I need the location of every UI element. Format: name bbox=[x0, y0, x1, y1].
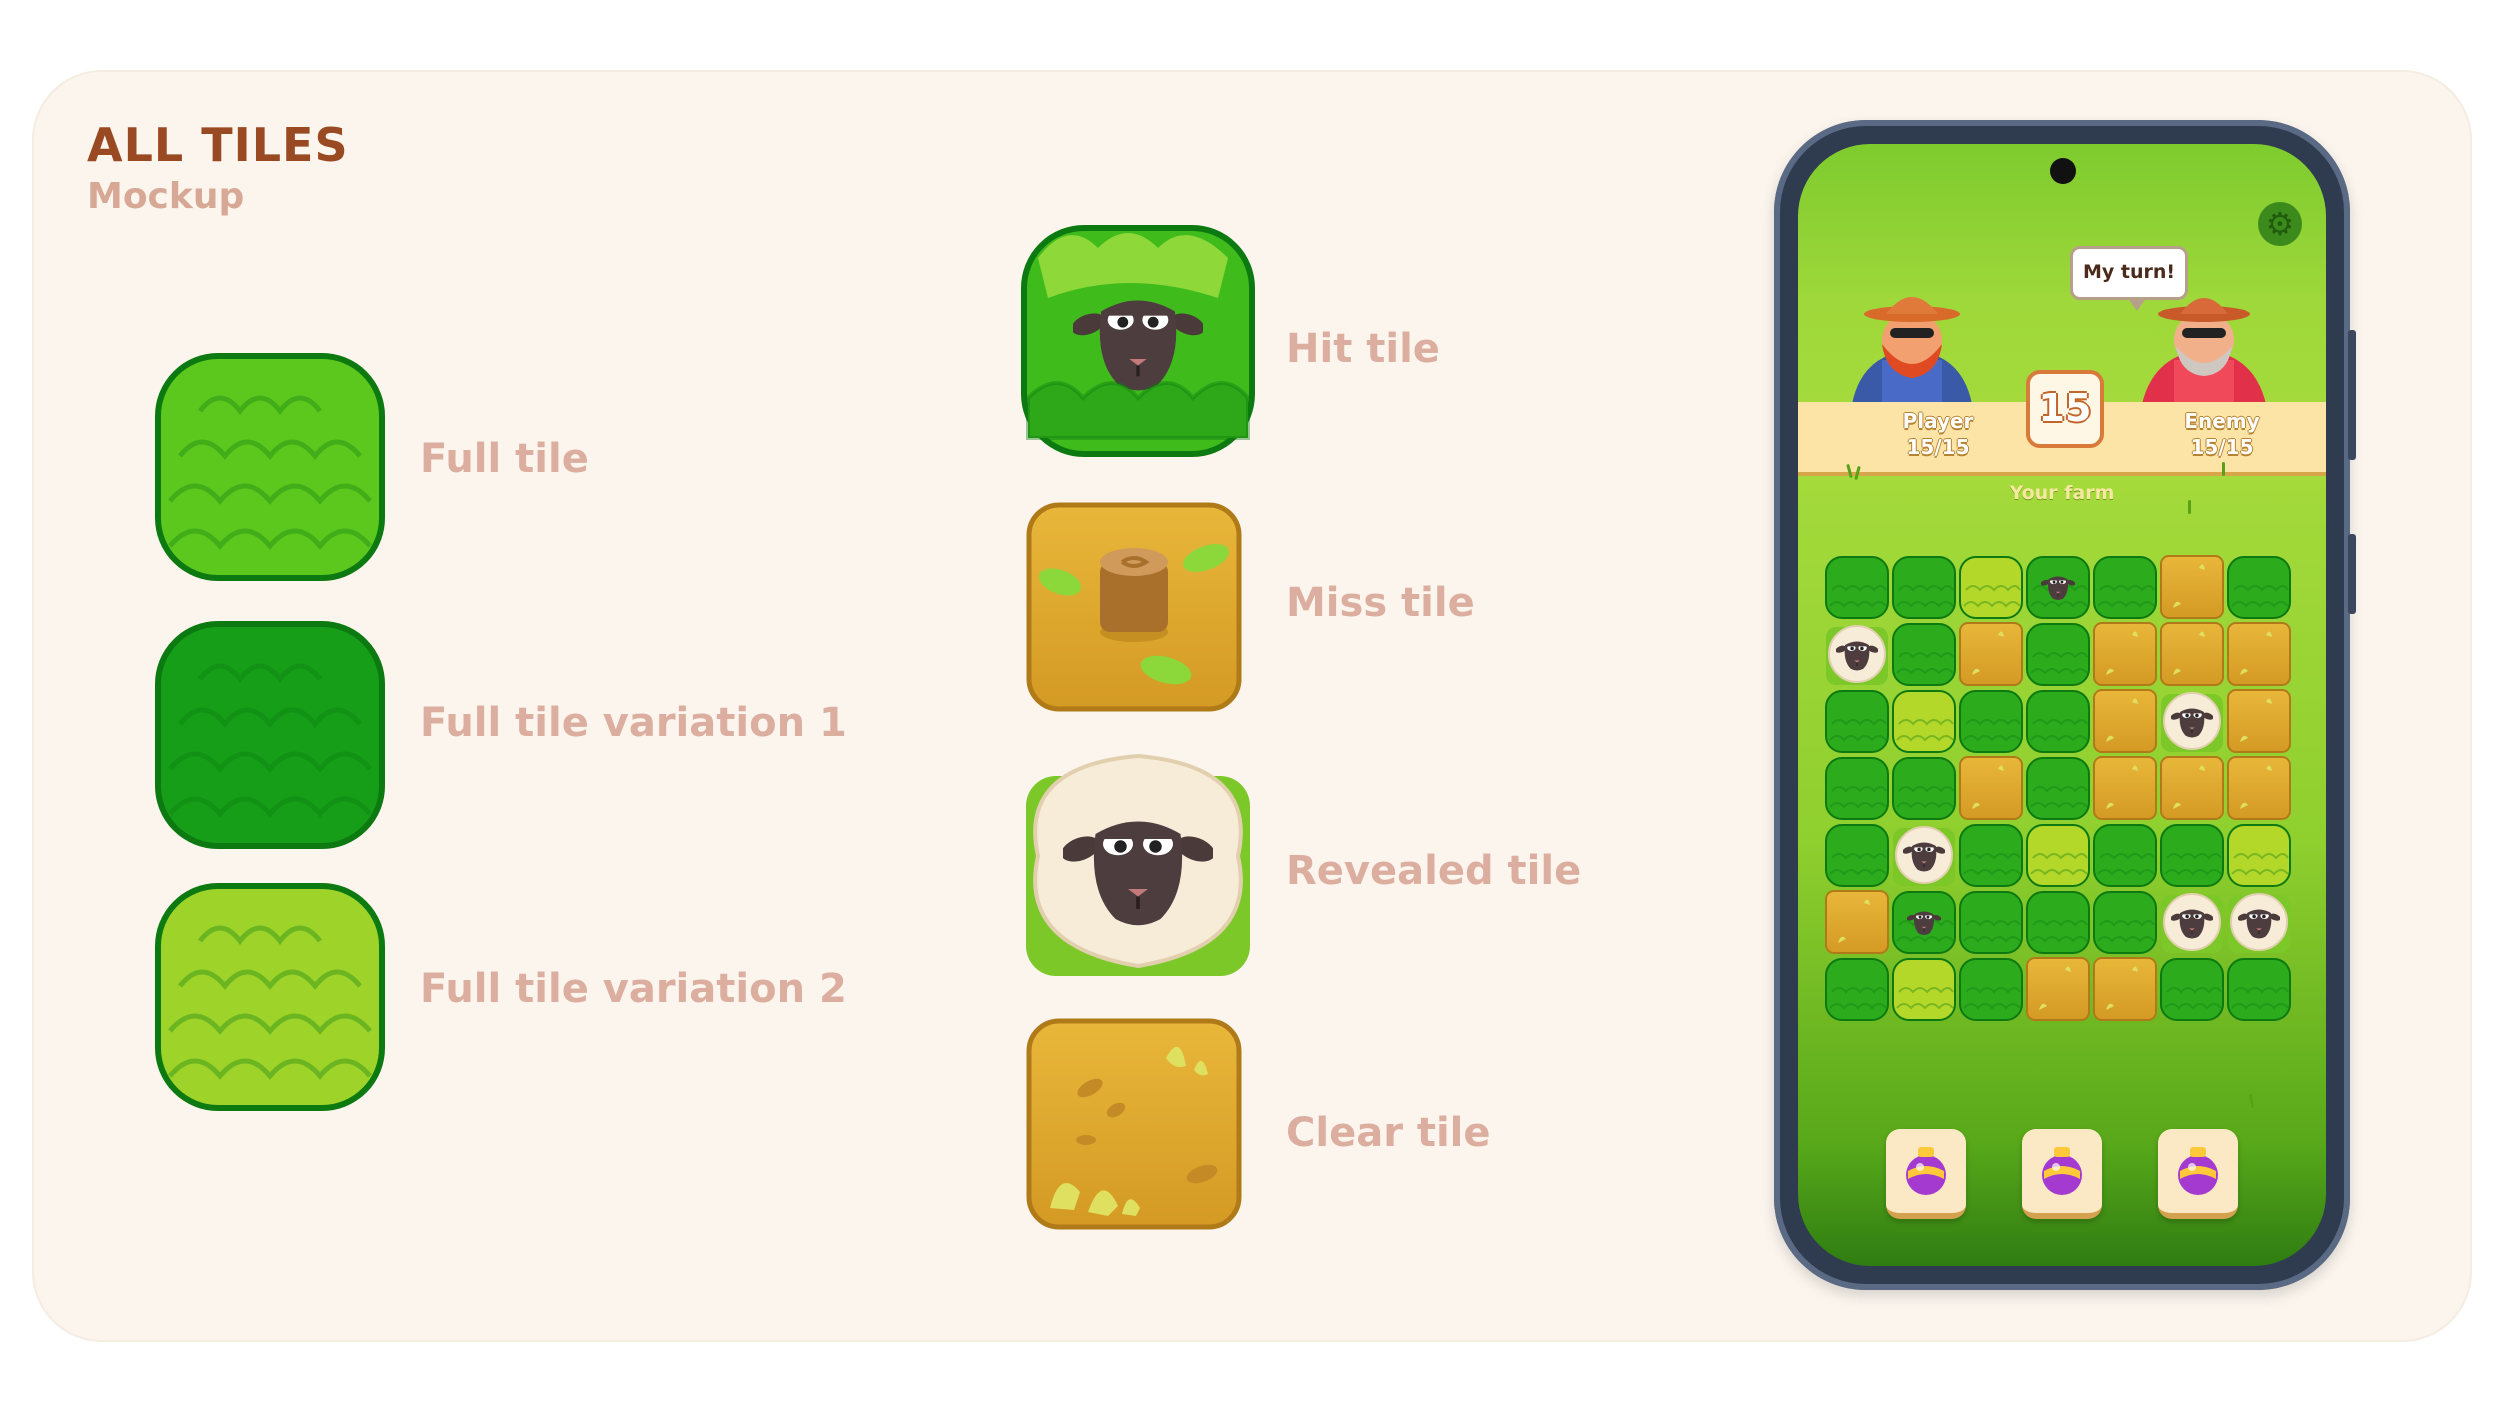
dirt-cell[interactable] bbox=[2092, 755, 2158, 821]
bush-cell[interactable] bbox=[1958, 822, 2024, 888]
phone-mockup: ⚙ My turn! Player 15/15 Enemy 15/15 15 Y… bbox=[1774, 120, 2356, 1290]
powerup-slot[interactable] bbox=[1886, 1129, 1966, 1219]
game-screen: ⚙ My turn! Player 15/15 Enemy 15/15 15 Y… bbox=[1798, 144, 2326, 1266]
gear-icon[interactable]: ⚙ bbox=[2258, 202, 2302, 246]
tile-label-variation-1: Full tile variation 1 bbox=[420, 700, 847, 746]
bush-cell[interactable] bbox=[2025, 621, 2091, 687]
potion-icon bbox=[2168, 1139, 2228, 1199]
bush-yellow-cell[interactable] bbox=[1891, 956, 1957, 1022]
bush-cell[interactable] bbox=[1824, 554, 1890, 620]
tile-label-variation-2: Full tile variation 2 bbox=[420, 966, 847, 1012]
powerup-slot[interactable] bbox=[2022, 1129, 2102, 1219]
player-avatar bbox=[1852, 297, 1972, 404]
bush-cell[interactable] bbox=[1824, 688, 1890, 754]
bush-cell[interactable] bbox=[1958, 889, 2024, 955]
farm-label: Your farm bbox=[2009, 482, 2115, 504]
hit-cell[interactable] bbox=[1891, 889, 1957, 955]
tile-label-hit: Hit tile bbox=[1286, 326, 1440, 372]
dirt-cell[interactable] bbox=[2226, 755, 2292, 821]
dirt-cell[interactable] bbox=[2092, 621, 2158, 687]
player-score: Player 15/15 bbox=[1878, 408, 1998, 460]
potion-icon bbox=[2032, 1139, 2092, 1199]
bush-cell[interactable] bbox=[1824, 956, 1890, 1022]
dirt-cell[interactable] bbox=[2159, 621, 2225, 687]
dirt-cell[interactable] bbox=[2226, 688, 2292, 754]
bush-tile-icon bbox=[150, 336, 390, 586]
bush-cell[interactable] bbox=[1824, 755, 1890, 821]
dirt-cell[interactable] bbox=[2092, 688, 2158, 754]
sheep-cell[interactable] bbox=[2159, 688, 2225, 754]
phone-side-button bbox=[2348, 534, 2356, 614]
sheep-cell[interactable] bbox=[1824, 621, 1890, 687]
tile-label-full: Full tile bbox=[420, 436, 589, 482]
bush-cell[interactable] bbox=[2092, 822, 2158, 888]
powerup-slot[interactable] bbox=[2158, 1129, 2238, 1219]
bush-cell[interactable] bbox=[1891, 554, 1957, 620]
bush-yellow-cell[interactable] bbox=[2025, 822, 2091, 888]
tile-label-clear: Clear tile bbox=[1286, 1110, 1491, 1156]
tree-stump-icon bbox=[1026, 502, 1242, 712]
bush-cell[interactable] bbox=[2226, 554, 2292, 620]
enemy-name: Enemy bbox=[2184, 409, 2260, 433]
grass-decoration bbox=[2222, 462, 2225, 476]
bush-cell[interactable] bbox=[2025, 889, 2091, 955]
dirt-cell[interactable] bbox=[2159, 554, 2225, 620]
enemy-avatar bbox=[2142, 298, 2266, 404]
camera-icon bbox=[2050, 158, 2076, 184]
dirt-cell[interactable] bbox=[1958, 755, 2024, 821]
bush-yellow-tile-icon bbox=[150, 866, 390, 1116]
page-subtitle: Mockup bbox=[87, 176, 245, 217]
tile-label-miss: Miss tile bbox=[1286, 580, 1475, 626]
enemy-score: Enemy 15/15 bbox=[2162, 408, 2282, 460]
bush-yellow-cell[interactable] bbox=[2226, 822, 2292, 888]
dirt-cell[interactable] bbox=[2159, 755, 2225, 821]
tile-label-revealed: Revealed tile bbox=[1286, 848, 1582, 894]
enemy-hp: 15/15 bbox=[2190, 435, 2254, 459]
dirt-cell[interactable] bbox=[2226, 621, 2292, 687]
dirt-cell[interactable] bbox=[2092, 956, 2158, 1022]
dirt-cell[interactable] bbox=[1824, 889, 1890, 955]
sheep-cell[interactable] bbox=[1891, 822, 1957, 888]
bush-cell[interactable] bbox=[1891, 755, 1957, 821]
dirt-cell[interactable] bbox=[1958, 621, 2024, 687]
grass-decoration bbox=[2248, 1093, 2255, 1109]
bush-cell[interactable] bbox=[2025, 755, 2091, 821]
bush-yellow-cell[interactable] bbox=[1958, 554, 2024, 620]
bush-cell[interactable] bbox=[1824, 822, 1890, 888]
bush-dark-tile-icon bbox=[150, 604, 390, 854]
potion-icon bbox=[1896, 1139, 1956, 1199]
bush-cell[interactable] bbox=[2092, 889, 2158, 955]
bush-cell[interactable] bbox=[1891, 621, 1957, 687]
turn-speech-bubble: My turn! bbox=[2070, 246, 2188, 311]
player-hp: 15/15 bbox=[1906, 435, 1970, 459]
bush-cell[interactable] bbox=[2092, 554, 2158, 620]
turn-counter: 15 bbox=[2026, 370, 2104, 448]
bush-cell[interactable] bbox=[2159, 956, 2225, 1022]
bush-cell[interactable] bbox=[1958, 688, 2024, 754]
hit-cell[interactable] bbox=[2025, 554, 2091, 620]
bush-yellow-cell[interactable] bbox=[1891, 688, 1957, 754]
sheep-cell[interactable] bbox=[2226, 889, 2292, 955]
bush-cell[interactable] bbox=[2159, 822, 2225, 888]
phone-side-button bbox=[2348, 330, 2356, 460]
bush-cell[interactable] bbox=[2025, 688, 2091, 754]
sheep-in-bush-icon bbox=[1021, 225, 1255, 457]
page-title: ALL TILES bbox=[87, 118, 349, 172]
bush-cell[interactable] bbox=[1958, 956, 2024, 1022]
player-name: Player bbox=[1902, 409, 1974, 433]
bush-cell[interactable] bbox=[2226, 956, 2292, 1022]
sheep-cell[interactable] bbox=[2159, 889, 2225, 955]
dirt-tile-icon bbox=[1026, 1018, 1242, 1230]
sheep-icon bbox=[1026, 753, 1250, 976]
dirt-cell[interactable] bbox=[2025, 956, 2091, 1022]
